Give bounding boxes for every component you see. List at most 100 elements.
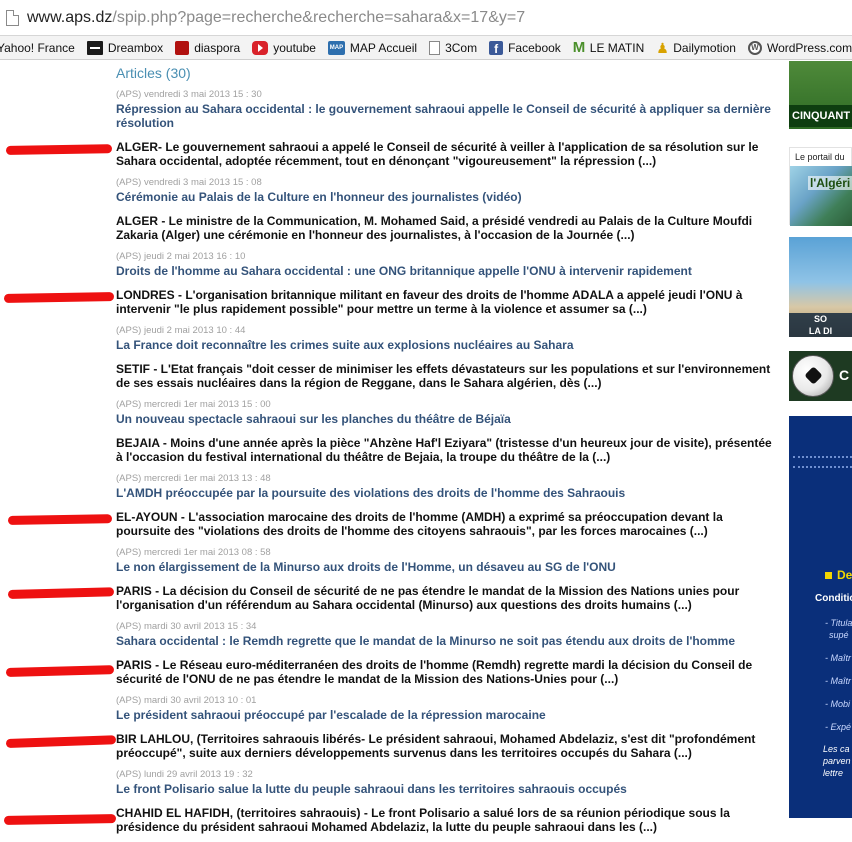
article-meta: (APS) mercredi 1er mai 2013 08 : 58 [116, 547, 271, 558]
bookmark-le-matin[interactable]: M LE MATIN [572, 38, 644, 56]
ad-banner-recruitment[interactable]: De Conditio - Titula supé - Maîtr - Maît… [789, 416, 852, 818]
red-marker-stroke [5, 144, 113, 155]
article-title-link[interactable]: Le non élargissement de la Minurso aux d… [116, 560, 776, 574]
ad-conditions: Conditio [815, 593, 852, 604]
bookmark-label: 3Com [445, 40, 478, 55]
bookmark-yahoo[interactable]: Yahoo! France [0, 41, 75, 55]
ad-footer-line: parven [823, 756, 851, 766]
bookmark-diaspora[interactable]: diaspora [175, 40, 241, 55]
football-icon [792, 355, 834, 397]
ad-banner-cinquantenaire[interactable]: CINQUANT [789, 61, 852, 129]
article-header: (APS) mercredi 1er mai 2013 15 : 00 Un n… [116, 399, 776, 426]
article-title-link[interactable]: Répression au Sahara occidental : le gou… [116, 102, 776, 130]
dreambox-icon [86, 40, 103, 55]
article-header: (APS) mardi 30 avril 2013 10 : 01 Le pré… [116, 695, 776, 722]
decorative-dots [793, 456, 852, 468]
youtube-icon [252, 40, 269, 55]
ad-caption-line: LA DI [808, 326, 833, 336]
article-summary: EL-AYOUN - L'association marocaine des d… [116, 510, 723, 538]
ad-footer-line: lettre [823, 768, 844, 778]
article-meta: (APS) mercredi 1er mai 2013 13 : 48 [116, 473, 271, 484]
article-title-link[interactable]: La France doit reconnaître les crimes su… [116, 338, 776, 352]
article-meta: (APS) lundi 29 avril 2013 19 : 32 [116, 769, 253, 780]
article-title-link[interactable]: L'AMDH préoccupée par la poursuite des v… [116, 486, 776, 500]
article-meta: (APS) mardi 30 avril 2013 10 : 01 [116, 695, 257, 706]
bookmark-3com[interactable]: 3Com [429, 40, 478, 55]
bookmark-label: Dreambox [107, 40, 164, 55]
bookmark-label: MAP Accueil [349, 40, 418, 55]
ad-banner-portail[interactable]: Le portail du l'Algéri [789, 147, 852, 226]
article-meta: (APS) vendredi 3 mai 2013 15 : 30 [116, 89, 262, 100]
ad-footer-line: Les ca [823, 744, 850, 754]
bookmark-label: Facebook [508, 40, 561, 55]
ad-banner-text: CINQUANT [789, 105, 852, 127]
address-bar[interactable]: www.aps.dz/spip.php?page=recherche&reche… [0, 0, 852, 36]
article-header: (APS) vendredi 3 mai 2013 15 : 08 Cérémo… [116, 177, 776, 204]
wordpress-icon: W [747, 40, 762, 55]
section-title: Articles (30) [116, 65, 191, 81]
left-gutter [0, 61, 111, 842]
article-title-link[interactable]: Sahara occidental : le Remdh regrette qu… [116, 634, 776, 648]
article-meta: (APS) jeudi 2 mai 2013 10 : 44 [116, 325, 246, 336]
article-title-link[interactable]: Cérémonie au Palais de la Culture en l'h… [116, 190, 776, 204]
page-icon [6, 10, 19, 26]
bookmark-wordpress[interactable]: W WordPress.com [747, 40, 852, 55]
bookmark-map-accueil[interactable]: MAP MAP Accueil [327, 40, 418, 55]
red-marker-stroke [3, 292, 115, 303]
article-summary: CHAHID EL HAFIDH, (territoires sahraouis… [116, 806, 730, 834]
ad-item: supé [829, 630, 849, 640]
dailymotion-icon: ♟ [656, 39, 669, 56]
article-meta: (APS) mardi 30 avril 2013 15 : 34 [116, 621, 257, 632]
ad-item: - Expé [825, 722, 852, 732]
ad-banner-header: Le portail du [795, 152, 845, 162]
article-title-link[interactable]: Le président sahraoui préoccupé par l'es… [116, 708, 776, 722]
article-header: (APS) mardi 30 avril 2013 15 : 34 Sahara… [116, 621, 776, 648]
ad-banner-tourism[interactable]: SO LA DI [789, 237, 852, 337]
ad-item: - Mobi [825, 699, 851, 709]
sidebar-ads: CINQUANT Le portail du l'Algéri SO LA DI… [789, 61, 852, 842]
url-domain: www.aps.dz [27, 9, 113, 26]
article-summary: BEJAIA - Moins d'une année après la pièc… [116, 436, 772, 464]
article-summary: LONDRES - L'organisation britannique mil… [116, 288, 743, 316]
article-header: (APS) lundi 29 avril 2013 19 : 32 Le fro… [116, 769, 776, 796]
article-meta: (APS) jeudi 2 mai 2013 16 : 10 [116, 251, 246, 262]
url-path: /spip.php?page=recherche&recherche=sahar… [112, 9, 526, 26]
article-summary: PARIS - Le Réseau euro-méditerranéen des… [116, 658, 753, 686]
bookmark-dailymotion[interactable]: ♟ Dailymotion [656, 41, 736, 55]
bookmark-label: diaspora [194, 40, 241, 55]
bookmark-label: WordPress.com [766, 40, 852, 55]
article-meta: (APS) mercredi 1er mai 2013 15 : 00 [116, 399, 271, 410]
article-title-link[interactable]: Le front Polisario salue la lutte du peu… [116, 782, 776, 796]
article-title-link[interactable]: Droits de l'homme au Sahara occidental :… [116, 264, 776, 278]
article-header: (APS) mercredi 1er mai 2013 13 : 48 L'AM… [116, 473, 776, 500]
article-title-link[interactable]: Un nouveau spectacle sahraoui sur les pl… [116, 412, 776, 426]
article-summary: SETIF - L'Etat français "doit cesser de … [116, 362, 771, 390]
ad-banner-logo: l'Algéri [808, 176, 852, 190]
lematin-icon: M [572, 38, 586, 56]
facebook-icon: f [489, 40, 504, 56]
article-header: (APS) mercredi 1er mai 2013 08 : 58 Le n… [116, 547, 776, 574]
square-bullet-icon [825, 572, 832, 579]
ad-banner-football[interactable]: C [789, 351, 852, 401]
article-summary: BIR LAHLOU, (Territoires sahraouis libér… [116, 732, 756, 760]
article-meta: (APS) vendredi 3 mai 2013 15 : 08 [116, 177, 262, 188]
ad-banner-image: l'Algéri [790, 166, 852, 226]
ad-heading: De [837, 568, 852, 582]
bookmark-label: youtube [273, 40, 316, 55]
ad-item: - Maîtr [825, 676, 851, 686]
ad-banner-caption: SO LA DI [789, 313, 852, 337]
bookmark-label: Yahoo! France [0, 40, 75, 55]
article-summary: ALGER - Le ministre de la Communication,… [116, 214, 753, 242]
article-summary: PARIS - La décision du Conseil de sécuri… [116, 584, 740, 612]
red-marker-stroke [7, 514, 113, 525]
ad-item: - Maîtr [825, 653, 851, 663]
article-header: (APS) jeudi 2 mai 2013 10 : 44 La France… [116, 325, 776, 352]
bookmark-youtube[interactable]: youtube [252, 40, 316, 55]
article-summary: ALGER- Le gouvernement sahraoui a appelé… [116, 140, 759, 168]
bookmark-label: Dailymotion [673, 40, 736, 55]
ad-banner-letter: C [839, 367, 850, 383]
url-text[interactable]: www.aps.dz/spip.php?page=recherche&reche… [27, 9, 525, 27]
page-icon [429, 40, 441, 55]
bookmark-facebook[interactable]: f Facebook [489, 40, 561, 56]
bookmark-dreambox[interactable]: Dreambox [86, 40, 164, 55]
